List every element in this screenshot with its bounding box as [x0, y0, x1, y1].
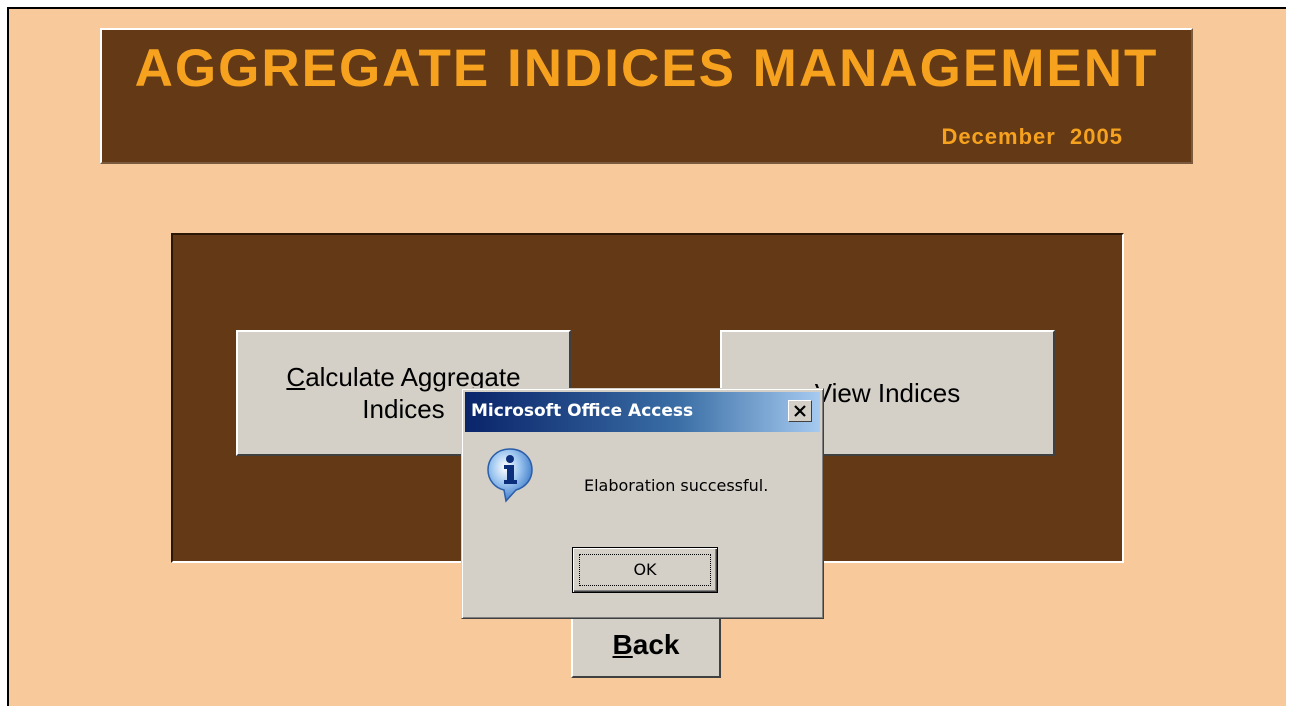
message-dialog: Microsoft Office Access Elaboration succ… [461, 388, 824, 619]
back-label-rest: ack [632, 629, 680, 660]
dialog-close-button[interactable] [788, 400, 812, 422]
dialog-titlebar[interactable]: Microsoft Office Access [465, 392, 820, 432]
dialog-title: Microsoft Office Access [471, 401, 694, 421]
ok-button[interactable]: OK [572, 547, 718, 593]
info-icon [487, 448, 533, 503]
calculate-button-accel-key: C [286, 362, 306, 392]
header-date: December 2005 [941, 124, 1123, 149]
back-accel-key: B [612, 629, 633, 660]
back-label: Back [613, 629, 680, 661]
ok-label: OK [633, 560, 657, 579]
dialog-message: Elaboration successful. [584, 476, 769, 495]
header-banner: AGGREGATE INDICES MANAGEMENT December 20… [100, 28, 1193, 164]
page-title: AGGREGATE INDICES MANAGEMENT [134, 39, 1159, 98]
close-icon [794, 405, 806, 417]
view-indices-label: View Indices [814, 377, 961, 408]
back-button[interactable]: Back [571, 612, 721, 678]
